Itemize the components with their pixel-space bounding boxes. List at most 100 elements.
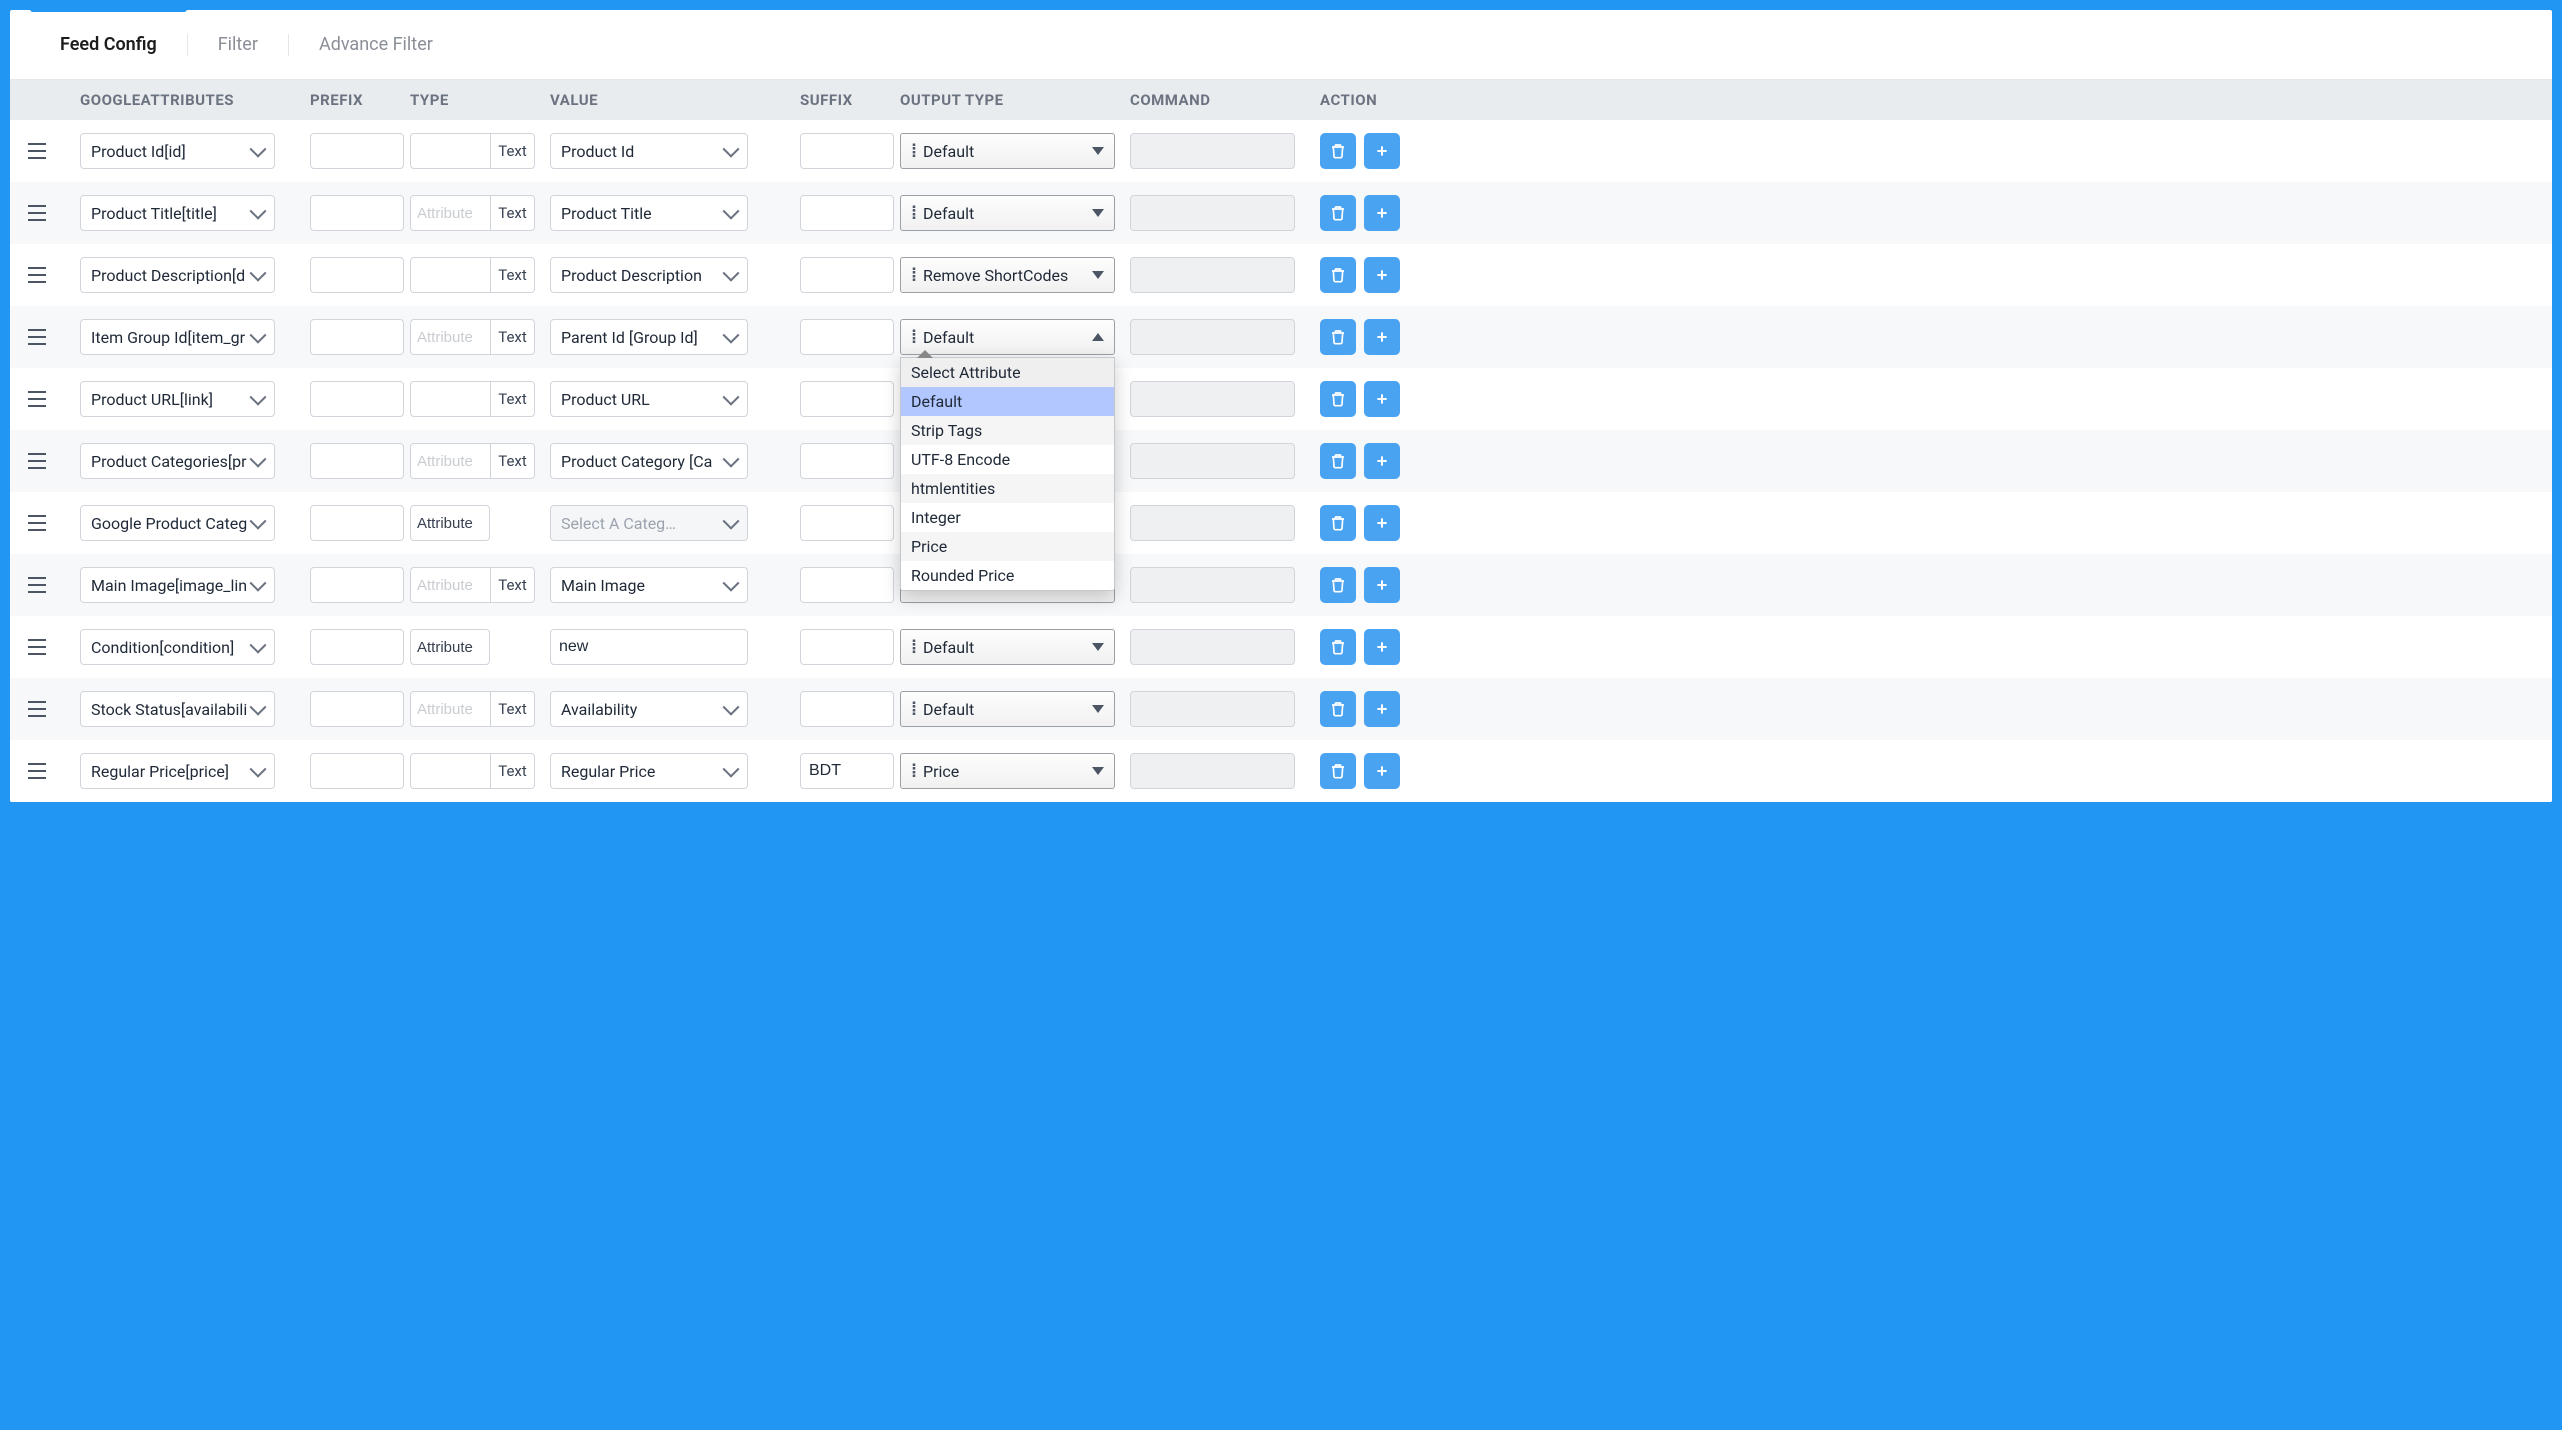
output-type-select[interactable]: Default: [900, 133, 1115, 169]
add-row-button[interactable]: [1364, 753, 1400, 789]
google-attribute-select[interactable]: Product Description[d: [80, 257, 275, 293]
google-attribute-select[interactable]: Product URL[link]: [80, 381, 275, 417]
drag-handle-icon[interactable]: [28, 263, 52, 287]
google-attribute-select[interactable]: Product Categories[pr: [80, 443, 275, 479]
delete-row-button[interactable]: [1320, 443, 1356, 479]
dropdown-option[interactable]: Integer: [901, 503, 1114, 532]
prefix-input[interactable]: [310, 195, 404, 231]
type-input[interactable]: [410, 629, 490, 665]
prefix-input[interactable]: [310, 629, 404, 665]
command-input[interactable]: [1130, 691, 1295, 727]
drag-handle-icon[interactable]: [28, 201, 52, 225]
add-row-button[interactable]: [1364, 381, 1400, 417]
drag-handle-icon[interactable]: [28, 139, 52, 163]
output-type-select[interactable]: Default: [900, 691, 1115, 727]
command-input[interactable]: [1130, 443, 1295, 479]
delete-row-button[interactable]: [1320, 691, 1356, 727]
suffix-input[interactable]: [800, 257, 894, 293]
value-select[interactable]: Select A Categ…: [550, 505, 748, 541]
value-select[interactable]: Product Category [Ca: [550, 443, 748, 479]
google-attribute-select[interactable]: Stock Status[availabili: [80, 691, 275, 727]
google-attribute-select[interactable]: Item Group Id[item_gr: [80, 319, 275, 355]
command-input[interactable]: [1130, 567, 1295, 603]
add-row-button[interactable]: [1364, 691, 1400, 727]
delete-row-button[interactable]: [1320, 629, 1356, 665]
google-attribute-select[interactable]: Product Title[title]: [80, 195, 275, 231]
suffix-input[interactable]: [800, 133, 894, 169]
delete-row-button[interactable]: [1320, 567, 1356, 603]
value-select[interactable]: Parent Id [Group Id]: [550, 319, 748, 355]
value-select[interactable]: Availability: [550, 691, 748, 727]
type-input[interactable]: [410, 257, 490, 293]
value-select[interactable]: Regular Price: [550, 753, 748, 789]
add-row-button[interactable]: [1364, 505, 1400, 541]
type-input[interactable]: [410, 443, 490, 479]
command-input[interactable]: [1130, 381, 1295, 417]
delete-row-button[interactable]: [1320, 133, 1356, 169]
type-input[interactable]: [410, 505, 490, 541]
add-row-button[interactable]: [1364, 257, 1400, 293]
drag-handle-icon[interactable]: [28, 635, 52, 659]
type-input[interactable]: [410, 567, 490, 603]
drag-handle-icon[interactable]: [28, 697, 52, 721]
output-type-select[interactable]: Default: [900, 629, 1115, 665]
dropdown-option[interactable]: Default: [901, 387, 1114, 416]
delete-row-button[interactable]: [1320, 753, 1356, 789]
type-input[interactable]: [410, 195, 490, 231]
prefix-input[interactable]: [310, 443, 404, 479]
tab-advance-filter[interactable]: Advance Filter: [289, 10, 463, 79]
delete-row-button[interactable]: [1320, 195, 1356, 231]
type-input[interactable]: [410, 381, 490, 417]
prefix-input[interactable]: [310, 505, 404, 541]
add-row-button[interactable]: [1364, 443, 1400, 479]
add-row-button[interactable]: [1364, 319, 1400, 355]
delete-row-button[interactable]: [1320, 319, 1356, 355]
type-input[interactable]: [410, 133, 490, 169]
suffix-input[interactable]: [800, 567, 894, 603]
prefix-input[interactable]: [310, 691, 404, 727]
suffix-input[interactable]: [800, 443, 894, 479]
command-input[interactable]: [1130, 753, 1295, 789]
delete-row-button[interactable]: [1320, 381, 1356, 417]
add-row-button[interactable]: [1364, 567, 1400, 603]
command-input[interactable]: [1130, 195, 1295, 231]
drag-handle-icon[interactable]: [28, 325, 52, 349]
drag-handle-icon[interactable]: [28, 759, 52, 783]
google-attribute-select[interactable]: Product Id[id]: [80, 133, 275, 169]
suffix-input[interactable]: [800, 691, 894, 727]
dropdown-option[interactable]: Strip Tags: [901, 416, 1114, 445]
value-select[interactable]: Product Description: [550, 257, 748, 293]
output-type-select[interactable]: Default: [900, 195, 1115, 231]
type-input[interactable]: [410, 319, 490, 355]
prefix-input[interactable]: [310, 319, 404, 355]
delete-row-button[interactable]: [1320, 505, 1356, 541]
add-row-button[interactable]: [1364, 133, 1400, 169]
drag-handle-icon[interactable]: [28, 449, 52, 473]
delete-row-button[interactable]: [1320, 257, 1356, 293]
google-attribute-select[interactable]: Regular Price[price]: [80, 753, 275, 789]
google-attribute-select[interactable]: Google Product Categ: [80, 505, 275, 541]
dropdown-option[interactable]: Price: [901, 532, 1114, 561]
command-input[interactable]: [1130, 505, 1295, 541]
output-type-select[interactable]: Price: [900, 753, 1115, 789]
output-type-select[interactable]: Remove ShortCodes: [900, 257, 1115, 293]
drag-handle-icon[interactable]: [28, 387, 52, 411]
drag-handle-icon[interactable]: [28, 511, 52, 535]
command-input[interactable]: [1130, 319, 1295, 355]
google-attribute-select[interactable]: Main Image[image_lin: [80, 567, 275, 603]
dropdown-option[interactable]: htmlentities: [901, 474, 1114, 503]
value-text-input[interactable]: [550, 629, 748, 665]
command-input[interactable]: [1130, 629, 1295, 665]
suffix-input[interactable]: [800, 195, 894, 231]
tab-filter[interactable]: Filter: [188, 10, 288, 79]
add-row-button[interactable]: [1364, 195, 1400, 231]
add-row-button[interactable]: [1364, 629, 1400, 665]
prefix-input[interactable]: [310, 753, 404, 789]
value-select[interactable]: Main Image: [550, 567, 748, 603]
dropdown-option[interactable]: Rounded Price: [901, 561, 1114, 590]
suffix-input[interactable]: [800, 381, 894, 417]
prefix-input[interactable]: [310, 567, 404, 603]
google-attribute-select[interactable]: Condition[condition]: [80, 629, 275, 665]
command-input[interactable]: [1130, 133, 1295, 169]
value-select[interactable]: Product Id: [550, 133, 748, 169]
